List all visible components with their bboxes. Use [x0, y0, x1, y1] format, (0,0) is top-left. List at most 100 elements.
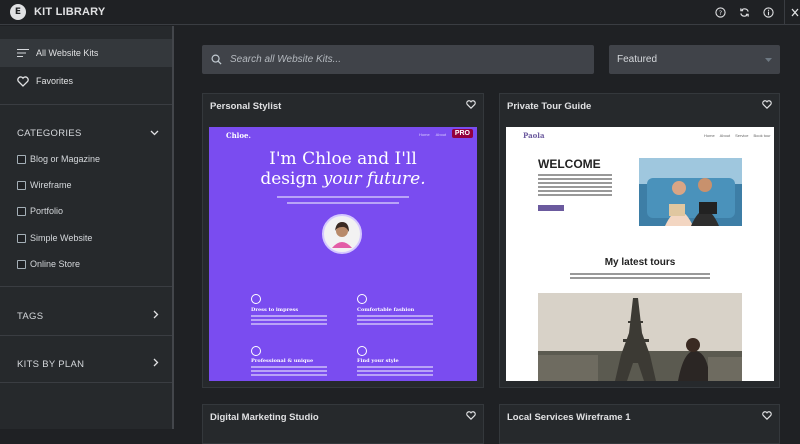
heart-icon[interactable] — [466, 100, 476, 112]
chevron-right-icon — [153, 358, 159, 370]
preview-nav-item: Service — [735, 133, 749, 138]
preview-feature-title: Professional & unique — [251, 358, 314, 364]
preview-text-line — [251, 315, 327, 317]
kit-thumbnail[interactable]: Paola Home About Service Book tour WELCO… — [506, 127, 774, 381]
kit-title: Private Tour Guide — [507, 100, 592, 112]
kit-title: Personal Stylist — [210, 100, 282, 112]
menu-lines-icon — [17, 47, 29, 59]
preview-text-line — [357, 366, 433, 368]
preview-text-line — [287, 202, 399, 204]
checkbox[interactable] — [17, 180, 26, 190]
divider — [0, 104, 172, 105]
search-box[interactable] — [202, 45, 594, 74]
category-simple-website[interactable]: Simple Website — [17, 233, 92, 243]
kit-card-personal-stylist[interactable]: Personal Stylist Chloe. Home About Blog … — [202, 93, 484, 388]
kit-card-header: Personal Stylist — [203, 94, 483, 118]
sidebar-item-label: Favorites — [36, 76, 74, 86]
category-label: Portfolio — [30, 206, 64, 216]
preview-headline: I'm Chloe and I'll design your future. — [209, 149, 477, 189]
preview-feature-title: Comfortable fashion — [357, 307, 415, 313]
kits-by-plan-label: KITS BY PLAN — [17, 358, 85, 370]
search-icon — [211, 54, 222, 65]
kit-card-digital-marketing-studio[interactable]: Digital Marketing Studio — [202, 404, 484, 444]
sidebar-item-favorites[interactable]: Favorites — [0, 67, 172, 95]
sidebar: All Website Kits Favorites CATEGORIES Bl… — [0, 26, 174, 429]
elementor-logo-icon: E — [10, 4, 26, 20]
preview-headline-emphasis: your future. — [322, 169, 426, 189]
preview-welcome: WELCOME — [538, 157, 601, 171]
preview-headline-line: design your future. — [209, 169, 477, 189]
divider — [0, 382, 172, 383]
preview-nav-item: About — [719, 133, 731, 138]
sync-icon[interactable] — [738, 7, 750, 19]
preview-text-line — [538, 174, 612, 176]
preview-headline-line: I'm Chloe and I'll — [269, 149, 417, 169]
checkbox[interactable] — [17, 233, 26, 243]
kit-card-local-services-wireframe-1[interactable]: Local Services Wireframe 1 — [499, 404, 780, 444]
preview-feature-title: Find your style — [357, 358, 399, 364]
preview-button — [538, 205, 564, 211]
category-blog-or-magazine[interactable]: Blog or Magazine — [17, 154, 100, 164]
category-online-store[interactable]: Online Store — [17, 259, 80, 269]
categories-label: CATEGORIES — [17, 128, 82, 139]
preview-feature-icon — [357, 346, 367, 356]
sidebar-item-all-kits[interactable]: All Website Kits — [0, 39, 172, 67]
help-icon[interactable]: ? — [714, 7, 726, 19]
category-portfolio[interactable]: Portfolio — [17, 206, 63, 216]
toolbar-divider — [784, 0, 785, 25]
sort-select[interactable]: Featured — [609, 45, 780, 74]
preview-nav-item: Home — [704, 133, 715, 138]
preview-headline-part: design — [260, 169, 323, 189]
checkbox[interactable] — [17, 206, 26, 216]
preview-text-line — [251, 366, 327, 368]
preview-feature-title: Dress to impress — [251, 307, 299, 313]
category-label: Blog or Magazine — [30, 154, 101, 164]
kit-title: Local Services Wireframe 1 — [507, 411, 631, 423]
close-icon[interactable] — [791, 7, 799, 19]
preview-feature-icon — [251, 346, 261, 356]
svg-text:?: ? — [718, 9, 721, 17]
sort-selected-value: Featured — [617, 54, 658, 65]
checkbox[interactable] — [17, 154, 26, 164]
preview-text-line — [277, 196, 409, 198]
preview-brand: Paola — [523, 131, 545, 140]
preview-nav-item: Book tour — [753, 133, 771, 138]
search-input[interactable] — [230, 54, 580, 65]
tags-toggle[interactable]: TAGS — [17, 310, 159, 322]
kit-thumbnail[interactable]: Chloe. Home About Blog PRO I'm Chloe and… — [209, 127, 477, 381]
preview-photo-travelers — [639, 158, 742, 226]
category-label: Online Store — [30, 259, 81, 269]
preview-brand: Chloe. — [226, 131, 251, 140]
kit-title: Digital Marketing Studio — [210, 411, 319, 423]
preview-feature-icon — [251, 294, 261, 304]
info-icon[interactable] — [762, 7, 774, 19]
heart-icon[interactable] — [466, 411, 476, 423]
heart-icon — [17, 75, 29, 87]
kits-by-plan-toggle[interactable]: KITS BY PLAN — [17, 358, 159, 370]
caret-down-icon — [765, 54, 772, 65]
preview-text-line — [357, 315, 433, 317]
pro-badge: PRO — [451, 129, 473, 138]
chevron-right-icon — [153, 310, 159, 322]
preview-avatar — [322, 214, 362, 254]
chevron-down-icon — [150, 128, 159, 139]
kit-card-header: Local Services Wireframe 1 — [500, 405, 779, 429]
categories-toggle[interactable]: CATEGORIES — [17, 128, 159, 139]
tags-label: TAGS — [17, 310, 44, 322]
kit-card-private-tour-guide[interactable]: Private Tour Guide Paola Home About Serv… — [499, 93, 780, 388]
category-label: Wireframe — [30, 180, 72, 190]
kit-card-header: Private Tour Guide — [500, 94, 779, 118]
preview-nav: Home About Service Book tour — [704, 133, 771, 138]
kit-card-header: Digital Marketing Studio — [203, 405, 483, 429]
preview-nav-item: Home — [419, 132, 430, 137]
preview-section-title: My latest tours — [604, 257, 676, 268]
heart-icon[interactable] — [762, 100, 772, 112]
checkbox[interactable] — [17, 259, 26, 269]
sidebar-item-label: All Website Kits — [36, 48, 99, 58]
divider — [0, 286, 172, 287]
preview-nav-item: About — [435, 132, 447, 137]
category-wireframe[interactable]: Wireframe — [17, 180, 72, 190]
heart-icon[interactable] — [762, 411, 772, 423]
divider — [0, 335, 172, 336]
app-title: KIT LIBRARY — [34, 6, 106, 18]
